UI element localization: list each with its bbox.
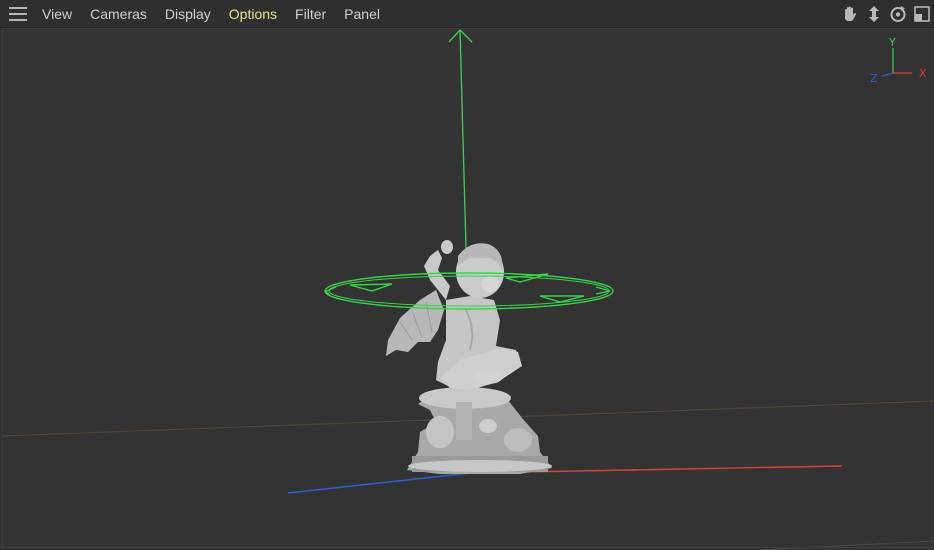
- menu-view[interactable]: View: [33, 0, 81, 28]
- menu-filter[interactable]: Filter: [286, 0, 335, 28]
- floor-edge-line: [759, 540, 934, 550]
- menu-cameras[interactable]: Cameras: [81, 0, 156, 28]
- menu-options[interactable]: Options: [220, 0, 286, 28]
- viewport-menubar: View Cameras Display Options Filter Pane…: [0, 0, 934, 28]
- hamburger-menu-icon[interactable]: [3, 0, 33, 28]
- orbit-rotate-icon[interactable]: [886, 0, 910, 28]
- pan-hand-icon[interactable]: [838, 0, 862, 28]
- maximize-panel-icon[interactable]: [910, 0, 934, 28]
- menu-display[interactable]: Display: [156, 0, 220, 28]
- world-z-axis: [287, 472, 471, 494]
- y-move-arrow[interactable]: [448, 29, 473, 249]
- dolly-move-icon[interactable]: [862, 0, 886, 28]
- axis-z-label: Z: [870, 72, 878, 85]
- menu-panel[interactable]: Panel: [335, 0, 389, 28]
- navigation-tools: [838, 0, 934, 28]
- viewport-window: View Cameras Display Options Filter Pane…: [0, 0, 934, 550]
- axis-x-label: X: [919, 67, 927, 80]
- orientation-axis-gizmo: Y X Z: [870, 36, 927, 85]
- axis-y-label: Y: [888, 36, 896, 49]
- 3d-viewport[interactable]: Y X Z: [0, 28, 934, 550]
